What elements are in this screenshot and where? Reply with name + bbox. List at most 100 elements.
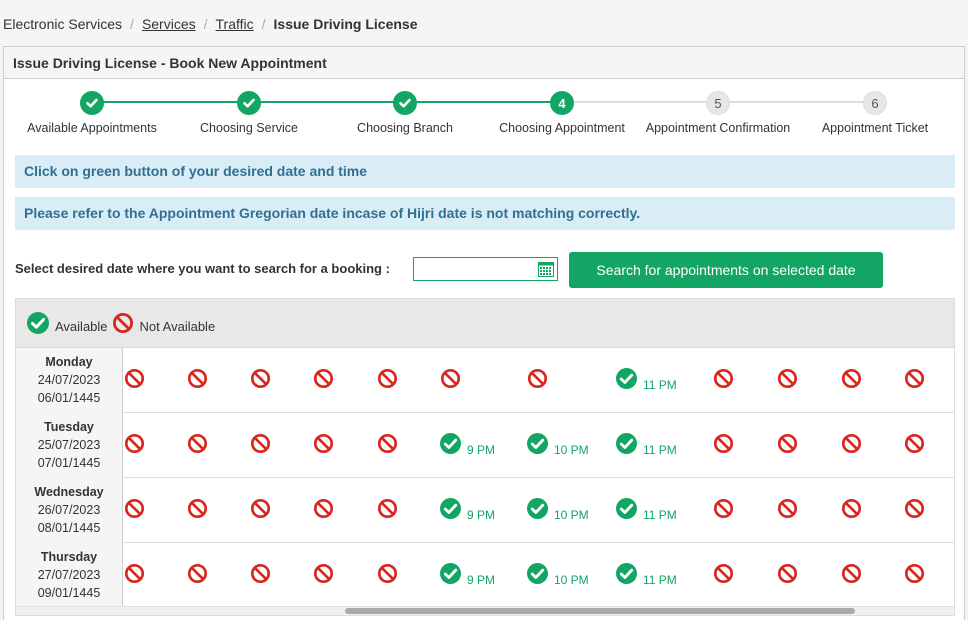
available-slot-button[interactable]: 10 PM xyxy=(527,563,589,589)
unavailable-slot xyxy=(440,368,461,394)
horizontal-scrollbar[interactable] xyxy=(16,606,954,615)
prohibited-icon xyxy=(187,563,208,589)
prohibited-icon xyxy=(841,368,862,394)
day-name: Monday xyxy=(45,355,93,369)
legend-not-available-label: Not Available xyxy=(139,318,216,334)
breadcrumb-current: Issue Driving License xyxy=(273,16,418,32)
prohibited-icon xyxy=(440,368,461,394)
available-slot-button[interactable]: 11 PM xyxy=(616,563,677,589)
prohibited-icon xyxy=(250,368,271,394)
wizard-step-label: Available Appointments xyxy=(27,121,157,135)
prohibited-icon xyxy=(777,563,798,589)
unavailable-slot xyxy=(250,498,271,524)
unavailable-slot xyxy=(777,498,798,524)
gregorian-date: 26/07/2023 xyxy=(37,503,101,517)
available-slot-button[interactable]: 9 PM xyxy=(440,498,495,524)
unavailable-slot xyxy=(250,368,271,394)
prohibited-icon xyxy=(187,368,208,394)
check-circle-icon xyxy=(527,563,548,589)
breadcrumb: Electronic Services / Services / Traffic / Iss… xyxy=(3,16,417,32)
info-alert-hijri: Please refer to the Appointment Gregoria… xyxy=(15,197,955,230)
prohibited-icon xyxy=(713,368,734,394)
unavailable-slot xyxy=(713,368,734,394)
slot-time: 11 PM xyxy=(643,507,677,522)
prohibited-icon xyxy=(777,368,798,394)
unavailable-slot xyxy=(841,433,862,459)
unavailable-slot xyxy=(777,563,798,589)
unavailable-slot xyxy=(904,563,925,589)
slot-time: 11 PM xyxy=(643,377,677,392)
prohibited-icon xyxy=(187,433,208,459)
available-slot-button[interactable]: 10 PM xyxy=(527,433,589,459)
unavailable-slot xyxy=(841,368,862,394)
check-circle-icon xyxy=(527,498,548,524)
unavailable-slot xyxy=(777,368,798,394)
unavailable-slot xyxy=(124,563,145,589)
unavailable-slot xyxy=(713,498,734,524)
prohibited-icon xyxy=(904,433,925,459)
wizard-step-label: Choosing Appointment xyxy=(499,121,625,135)
prohibited-icon xyxy=(250,498,271,524)
day-name: Tuesday xyxy=(44,420,94,434)
unavailable-slot xyxy=(313,498,334,524)
breadcrumb-services-link[interactable]: Services xyxy=(142,16,196,32)
prohibited-icon xyxy=(377,563,398,589)
unavailable-slot xyxy=(187,368,208,394)
prohibited-icon xyxy=(377,368,398,394)
wizard-step-3: Choosing Branch xyxy=(325,91,485,135)
wizard-step-label: Appointment Confirmation xyxy=(645,121,791,135)
check-circle-icon xyxy=(616,433,637,459)
gregorian-date: 27/07/2023 xyxy=(37,568,101,582)
info-alert-instructions: Click on green button of your desired da… xyxy=(15,155,955,188)
available-slot-button[interactable]: 9 PM xyxy=(440,433,495,459)
prohibited-icon xyxy=(313,433,334,459)
legend-available: Available xyxy=(27,312,108,334)
wizard-step-2: Choosing Service xyxy=(169,91,329,135)
prohibited-icon xyxy=(713,563,734,589)
date-picker-input[interactable] xyxy=(413,257,558,281)
day-row: Monday 24/07/2023 06/01/1445 11 PM xyxy=(16,348,954,413)
check-icon xyxy=(237,91,261,115)
available-slot-button[interactable]: 11 PM xyxy=(616,368,677,394)
slot-time: 10 PM xyxy=(554,572,589,587)
slot-time: 11 PM xyxy=(643,572,677,587)
available-slot-button[interactable]: 11 PM xyxy=(616,498,677,524)
check-circle-icon xyxy=(440,498,461,524)
unavailable-slot xyxy=(841,498,862,524)
unavailable-slot xyxy=(187,563,208,589)
prohibited-icon xyxy=(313,563,334,589)
prohibited-icon xyxy=(527,368,548,394)
slot-time: 9 PM xyxy=(467,572,496,587)
breadcrumb-traffic-link[interactable]: Traffic xyxy=(216,16,254,32)
prohibited-icon xyxy=(841,433,862,459)
unavailable-slot xyxy=(313,433,334,459)
day-cell: Wednesday 26/07/2023 08/01/1445 xyxy=(16,478,123,543)
panel-title: Issue Driving License - Book New Appoint… xyxy=(4,47,964,79)
calendar-icon[interactable] xyxy=(538,261,554,277)
prohibited-icon xyxy=(713,433,734,459)
day-rows: Monday 24/07/2023 06/01/1445 11 PM Tuesday 25… xyxy=(16,348,954,608)
unavailable-slot xyxy=(313,368,334,394)
available-slot-button[interactable]: 10 PM xyxy=(527,498,589,524)
search-appointments-button[interactable]: Search for appointments on selected date xyxy=(569,252,883,288)
unavailable-slot xyxy=(124,433,145,459)
prohibited-icon xyxy=(904,498,925,524)
prohibited-icon xyxy=(250,433,271,459)
unavailable-slot xyxy=(377,563,398,589)
unavailable-slot xyxy=(124,368,145,394)
prohibited-icon xyxy=(124,498,145,524)
unavailable-slot xyxy=(904,368,925,394)
day-cell: Tuesday 25/07/2023 07/01/1445 xyxy=(16,413,123,478)
legend-available-label: Available xyxy=(55,318,108,334)
hijri-date: 08/01/1445 xyxy=(37,521,101,535)
unavailable-slot xyxy=(527,368,548,394)
unavailable-slot xyxy=(377,433,398,459)
wizard-step-6: 6 Appointment Ticket xyxy=(795,91,955,135)
unavailable-slot xyxy=(777,433,798,459)
slot-time: 11 PM xyxy=(643,442,677,457)
available-slot-button[interactable]: 11 PM xyxy=(616,433,677,459)
scrollbar-thumb[interactable] xyxy=(345,608,855,614)
available-slot-button[interactable]: 9 PM xyxy=(440,563,495,589)
check-circle-icon xyxy=(616,368,637,394)
unavailable-slot xyxy=(713,563,734,589)
